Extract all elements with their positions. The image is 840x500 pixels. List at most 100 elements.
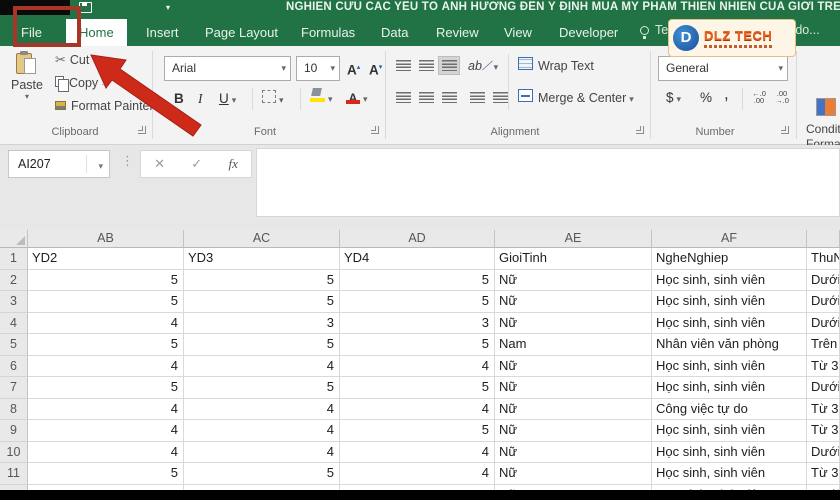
cell[interactable]: 5 <box>28 269 184 291</box>
cell[interactable]: 4 <box>184 441 340 463</box>
underline-button[interactable]: U ▾ <box>219 89 236 109</box>
enter-button[interactable]: ✓ <box>191 156 202 172</box>
comma-button[interactable]: , <box>724 84 729 104</box>
cell[interactable]: Dưới <box>807 441 840 463</box>
fill-color-dropdown-icon[interactable]: ▾ <box>328 94 333 104</box>
fill-color-button[interactable]: ▾ <box>310 88 333 108</box>
shrink-font-button[interactable]: A▾ <box>369 58 382 78</box>
row-header[interactable]: 5 <box>0 334 28 356</box>
cell[interactable]: 4 <box>184 398 340 420</box>
font-color-button[interactable]: A ▾ <box>346 88 368 108</box>
align-center-button[interactable] <box>415 88 437 107</box>
currency-dropdown-icon[interactable]: ▾ <box>677 94 682 104</box>
paste-dropdown-icon[interactable]: ▾ <box>6 92 48 101</box>
cell[interactable]: Nữ <box>495 377 652 399</box>
cell[interactable]: 4 <box>340 441 495 463</box>
cell[interactable]: 5 <box>184 291 340 313</box>
cut-button[interactable]: ✂ Cut · <box>55 50 95 70</box>
bold-button[interactable]: B <box>174 89 184 109</box>
cell[interactable]: Nữ <box>495 355 652 377</box>
cell[interactable]: 5 <box>340 334 495 356</box>
tab-view[interactable]: View <box>491 19 545 46</box>
cell[interactable]: Học sinh, sinh viên <box>652 312 807 334</box>
cell[interactable]: NgheNghiep <box>652 248 807 270</box>
tab-page-layout[interactable]: Page Layout <box>192 19 291 46</box>
cell[interactable]: Nữ <box>495 269 652 291</box>
align-right-button[interactable] <box>438 88 460 107</box>
cell[interactable]: Học sinh, sinh viên <box>652 291 807 313</box>
clipboard-dialog-launcher-icon[interactable] <box>138 126 146 134</box>
cell[interactable]: Dưới <box>807 291 840 313</box>
cell[interactable]: Học sinh, sinh viên <box>652 377 807 399</box>
font-color-dropdown-icon[interactable]: ▾ <box>363 94 368 104</box>
cell[interactable]: 5 <box>28 463 184 485</box>
cell[interactable]: 5 <box>184 377 340 399</box>
cell[interactable]: 4 <box>28 420 184 442</box>
name-box[interactable]: AI207 ▾ <box>8 150 110 178</box>
borders-button[interactable]: ▾ <box>262 89 284 109</box>
cell[interactable]: Nữ <box>495 441 652 463</box>
cell[interactable]: Học sinh, sinh viên <box>652 463 807 485</box>
middle-align-button[interactable] <box>415 56 437 75</box>
row-header[interactable]: 3 <box>0 291 28 313</box>
cell[interactable]: 5 <box>340 291 495 313</box>
cell[interactable]: Dưới <box>807 312 840 334</box>
align-left-button[interactable] <box>392 88 414 107</box>
number-dialog-launcher-icon[interactable] <box>781 126 789 134</box>
cell[interactable]: Nữ <box>495 312 652 334</box>
cancel-button[interactable]: ✕ <box>154 156 165 172</box>
cell[interactable]: Học sinh, sinh viên <box>652 420 807 442</box>
wrap-text-button[interactable]: Wrap Text <box>518 56 594 76</box>
percent-button[interactable]: % <box>700 88 712 108</box>
cell[interactable]: Học sinh, sinh viên <box>652 355 807 377</box>
row-header[interactable]: 1 <box>0 248 28 270</box>
cell[interactable]: 5 <box>184 463 340 485</box>
cell[interactable]: Dưới <box>807 377 840 399</box>
cell[interactable]: 5 <box>28 334 184 356</box>
row-header[interactable]: 11 <box>0 463 28 485</box>
cell[interactable]: Nam <box>495 334 652 356</box>
row-header[interactable]: 7 <box>0 377 28 399</box>
insert-function-button[interactable]: fx <box>228 156 237 172</box>
cell[interactable]: Nữ <box>495 463 652 485</box>
cell[interactable]: 5 <box>340 269 495 291</box>
quick-access-dropdown-icon[interactable]: ▾ <box>166 3 170 12</box>
cell[interactable]: Nhân viên văn phòng <box>652 334 807 356</box>
grow-font-button[interactable]: A▴ <box>347 58 360 78</box>
column-header[interactable] <box>807 230 840 248</box>
increase-indent-button[interactable] <box>489 88 511 107</box>
merge-center-dropdown-icon[interactable]: ▾ <box>629 94 634 104</box>
formula-bar-grip-icon[interactable]: ⋮ <box>121 153 134 169</box>
cell[interactable]: 4 <box>340 355 495 377</box>
formula-input[interactable] <box>256 148 840 217</box>
italic-button[interactable]: I <box>198 89 203 109</box>
paste-button[interactable]: Paste ▾ <box>6 51 48 101</box>
alignment-dialog-launcher-icon[interactable] <box>636 126 644 134</box>
cell[interactable]: 5 <box>184 334 340 356</box>
cell[interactable]: 4 <box>184 355 340 377</box>
cell[interactable]: 3 <box>340 312 495 334</box>
cell[interactable]: 4 <box>184 420 340 442</box>
cell[interactable]: 5 <box>340 420 495 442</box>
tab-data[interactable]: Data <box>368 19 421 46</box>
column-header[interactable]: AB <box>28 230 184 248</box>
merge-center-button[interactable]: Merge & Center ▾ <box>518 88 634 108</box>
top-align-button[interactable] <box>392 56 414 75</box>
cell[interactable]: 4 <box>28 398 184 420</box>
format-painter-button[interactable]: Format Painter <box>55 96 154 116</box>
row-header[interactable]: 4 <box>0 312 28 334</box>
decrease-indent-button[interactable] <box>466 88 488 107</box>
increase-decimal-button[interactable]: ←.0.00 <box>747 90 771 105</box>
cell[interactable]: 5 <box>28 291 184 313</box>
decrease-decimal-button[interactable]: .00 →.0 <box>770 90 794 105</box>
number-format-combo[interactable]: General ▾ <box>658 56 788 81</box>
bottom-align-button[interactable] <box>438 56 460 75</box>
column-header[interactable]: AF <box>652 230 807 248</box>
underline-dropdown-icon[interactable]: ▾ <box>232 95 237 105</box>
cell[interactable]: 5 <box>340 377 495 399</box>
cell[interactable]: GioiTinh <box>495 248 652 270</box>
cell[interactable]: YD4 <box>340 248 495 270</box>
cell[interactable]: Nữ <box>495 420 652 442</box>
orientation-dropdown-icon[interactable]: ▾ <box>494 62 499 72</box>
cell[interactable]: Dưới <box>807 269 840 291</box>
